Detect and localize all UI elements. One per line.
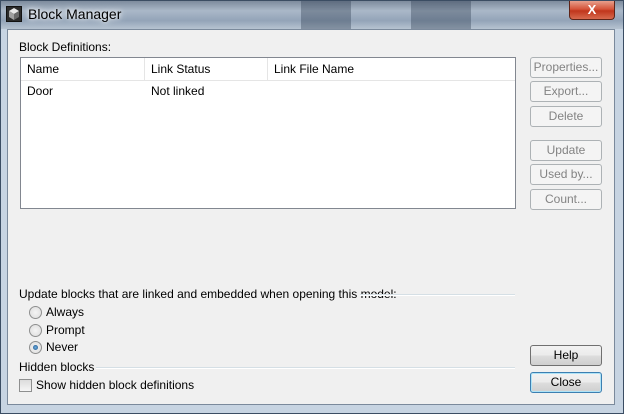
never-radio-label[interactable]: Never: [46, 340, 78, 354]
block-manager-window: Block Manager X Block Definitions: Name …: [0, 0, 624, 414]
hidden-blocks-group-label: Hidden blocks: [19, 360, 95, 374]
used-by-button[interactable]: Used by...: [530, 164, 602, 185]
close-icon: X: [587, 2, 597, 17]
show-hidden-checkbox[interactable]: [19, 379, 32, 392]
background-window-decor: [301, 1, 351, 29]
group-separator: [96, 367, 515, 369]
close-window-button[interactable]: X: [569, 1, 615, 20]
always-radio-label[interactable]: Always: [46, 305, 84, 319]
show-hidden-checkbox-label[interactable]: Show hidden block definitions: [36, 378, 194, 392]
column-header-name[interactable]: Name: [21, 58, 145, 80]
close-button[interactable]: Close: [530, 372, 602, 393]
dialog-body: Block Definitions: Name Link Status Link…: [7, 29, 615, 405]
properties-button[interactable]: Properties...: [530, 57, 602, 78]
block-definitions-label: Block Definitions:: [19, 40, 112, 54]
window-title: Block Manager: [28, 6, 122, 22]
block-name-cell: Door: [27, 84, 54, 98]
never-radio[interactable]: [29, 341, 42, 354]
count-button[interactable]: Count...: [530, 189, 602, 210]
group-separator: [360, 294, 515, 296]
title-bar[interactable]: Block Manager X: [1, 1, 623, 29]
list-header: Name Link Status Link File Name: [21, 58, 515, 81]
background-window-decor: [411, 1, 471, 29]
update-button[interactable]: Update: [530, 140, 602, 161]
column-header-link-status[interactable]: Link Status: [145, 58, 268, 80]
update-blocks-group-label: Update blocks that are linked and embedd…: [19, 287, 397, 301]
list-item[interactable]: Door Not linked: [21, 82, 515, 100]
link-status-cell: Not linked: [151, 84, 205, 98]
help-button[interactable]: Help: [530, 345, 602, 366]
radio-selected-dot: [33, 345, 38, 350]
always-radio[interactable]: [29, 306, 42, 319]
block-manager-app-icon: [6, 6, 22, 22]
block-definitions-list[interactable]: Name Link Status Link File Name Door Not…: [20, 57, 516, 209]
column-header-link-file-name[interactable]: Link File Name: [268, 58, 515, 80]
export-button[interactable]: Export...: [530, 81, 602, 102]
delete-button[interactable]: Delete: [530, 106, 602, 127]
prompt-radio[interactable]: [29, 324, 42, 337]
prompt-radio-label[interactable]: Prompt: [46, 323, 85, 337]
